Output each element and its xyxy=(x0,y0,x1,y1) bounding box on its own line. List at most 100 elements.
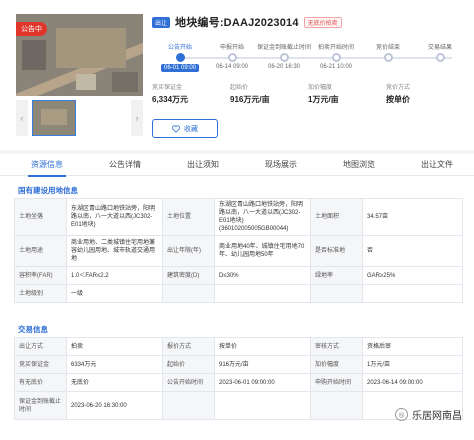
table-row: 土地用途 商业用地、二类城镇住宅用地兼容幼儿园用地、城市轨道交通用地 出让年限(年)… xyxy=(14,235,463,267)
watermark: ◎ 乐居网南昌 xyxy=(395,407,462,422)
field-value: 2023-06-01 09:00:00 xyxy=(214,373,311,392)
favorite-button[interactable]: 收藏 xyxy=(152,119,218,138)
detail-tabs: 资源信息 公告详情 出让须知 现场展示 地图浏览 出让文件 xyxy=(0,154,474,177)
stat-item: 加价幅度 1万元/亩 xyxy=(308,82,339,105)
field-label: 容积率(FAR) xyxy=(14,266,67,285)
photo-building xyxy=(76,74,96,90)
land-section-title: 国有建设用地信息 xyxy=(18,186,78,195)
field-value: 6334万元 xyxy=(66,355,163,374)
timeline-step: 申报开始 06-14 09:00 xyxy=(204,38,260,70)
field-label: 保证金到账截止时间 xyxy=(14,391,67,420)
timeline-dot xyxy=(279,53,289,62)
timeline-dot xyxy=(175,53,185,62)
field-value: D≤30% xyxy=(214,266,311,285)
field-label: 申购开始时间 xyxy=(310,373,363,392)
timeline-step: 竞价结束 xyxy=(360,38,416,64)
stat-label: 竞价方式 xyxy=(386,85,411,91)
field-label: 起始价 xyxy=(162,355,215,374)
stat-item: 起始价 916万元/亩 xyxy=(230,82,270,105)
tab-item[interactable]: 公告详情 xyxy=(92,154,158,176)
field-value xyxy=(362,284,463,303)
field-label: 竞买保证金 xyxy=(14,355,67,374)
tab-item[interactable]: 出让文件 xyxy=(404,154,470,176)
field-value: 2023-06-20 16:30:00 xyxy=(66,391,163,420)
timeline-step: 公告开始 06-01 09:00 xyxy=(152,38,208,72)
field-label: 土地用途 xyxy=(14,235,67,267)
field-value: 资格后审 xyxy=(362,337,463,356)
wechat-icon: ◎ xyxy=(395,408,408,421)
timeline-step-label: 申报开始 xyxy=(219,45,244,51)
chevron-right-icon[interactable]: › xyxy=(131,100,143,136)
stat-label: 竞买保证金 xyxy=(152,85,183,91)
stat-value: 按单价 xyxy=(386,95,410,104)
field-value: 2023-06-14 09:00:00 xyxy=(362,373,463,392)
field-label: 土地坐落 xyxy=(14,198,67,236)
timeline-step-date: 06-20 16:30 xyxy=(267,64,301,70)
tab-item[interactable]: 地图浏览 xyxy=(326,154,392,176)
field-label: 公告开始时间 xyxy=(162,373,215,392)
field-label: 出让年限(年) xyxy=(162,235,215,267)
land-info-table: 土地坐落 东湖区青山路口地铁站旁，阳明路以南，八一大道以西(JC302-E01地块… xyxy=(14,198,463,303)
table-row: 土地级别 一级 xyxy=(14,284,463,303)
thumbnail-image[interactable] xyxy=(32,100,76,136)
table-row: 容积率(FAR) 1.0＜FAR≤2.2 建筑密度(D) D≤30% 绿地率 GAR≥25… xyxy=(14,266,463,285)
auction-type-badge: 无底价拍卖 xyxy=(303,16,342,28)
field-label xyxy=(310,391,363,420)
type-badge: 出让 xyxy=(152,16,171,28)
timeline-dot xyxy=(383,53,393,62)
price-stats: 竞买保证金 6,334万元 起始价 916万元/亩 加价幅度 1万元/亩 竞价方式按单价 xyxy=(152,82,462,106)
field-label: 报价方式 xyxy=(162,337,215,356)
stat-label: 加价幅度 xyxy=(308,85,333,91)
watermark-text: 乐居网南昌 xyxy=(412,411,462,422)
field-label: 绿地率 xyxy=(310,266,363,285)
stat-value: 1万元/亩 xyxy=(308,95,339,104)
field-value: 否 xyxy=(362,235,463,267)
field-value: 拍卖 xyxy=(66,337,163,356)
lot-overview: 公告中 ‹ › 出让 地块编号:DAAJ2023014 无底价拍卖 公告开始 06… xyxy=(0,0,474,150)
field-label: 审核方式 xyxy=(310,337,363,356)
tab-item[interactable]: 出让须知 xyxy=(170,154,236,176)
status-tag: 公告中 xyxy=(16,22,47,36)
field-label: 土地级别 xyxy=(14,284,67,303)
field-value: 无底价 xyxy=(66,373,163,392)
timeline-step-date: 06-14 09:00 xyxy=(215,64,249,70)
field-value: 东湖区青山路口地铁站旁，阳明路以南，八一大道以西(JC302-E01地块) xyxy=(66,198,163,236)
photo-site xyxy=(56,28,126,68)
tab-item[interactable]: 现场展示 xyxy=(248,154,314,176)
timeline-step-label: 公告开始 xyxy=(167,45,192,51)
field-value: GAR≥25% xyxy=(362,266,463,285)
table-row: 土地坐落 东湖区青山路口地铁站旁，阳明路以南，八一大道以西(JC302-E01地块… xyxy=(14,198,463,236)
field-label: 建筑密度(D) xyxy=(162,266,215,285)
timeline-step-label: 交易结果 xyxy=(427,45,452,51)
field-value: 商业用地、二类城镇住宅用地兼容幼儿园用地、城市轨道交通用地 xyxy=(66,235,163,267)
table-row: 有无底价 无底价 公告开始时间 2023-06-01 09:00:00 申购开始时间 20… xyxy=(14,373,463,392)
stat-item: 竞价方式 按单价 xyxy=(386,82,410,105)
table-row: 出让方式 拍卖 报价方式 按单价 审核方式 资格后审 xyxy=(14,337,463,356)
table-row: 竞买保证金 6334万元 起始价 916万元/亩 加价幅度 1万元/亩 xyxy=(14,355,463,374)
field-value xyxy=(214,391,311,420)
field-label: 土地位置 xyxy=(162,198,215,236)
stat-label: 起始价 xyxy=(230,85,249,91)
stat-value: 6,334万元 xyxy=(152,95,189,104)
timeline-step-date: 06-01 09:00 xyxy=(160,64,200,72)
field-label xyxy=(162,391,215,420)
field-value xyxy=(214,284,311,303)
timeline-dot xyxy=(331,53,341,62)
lot-photo[interactable]: 公告中 xyxy=(16,14,143,96)
field-label: 出让方式 xyxy=(14,337,67,356)
timeline-step-date: 06-21 10:00 xyxy=(319,64,353,70)
field-value: 按单价 xyxy=(214,337,311,356)
page-title: 地块编号:DAAJ2023014 xyxy=(175,17,299,29)
favorite-label: 收藏 xyxy=(184,125,198,133)
field-value: 1万元/亩 xyxy=(362,355,463,374)
field-value: 东湖区青山路口地铁站旁，阳明路以南，八一大道以西(JC302-E01地块)(36… xyxy=(214,198,311,236)
tab-item[interactable]: 资源信息 xyxy=(14,154,80,177)
chevron-left-icon[interactable]: ‹ xyxy=(16,100,28,136)
timeline-step: 保证金到账截止时间 06-20 16:30 xyxy=(256,38,312,70)
timeline-dot xyxy=(435,53,445,62)
stat-item: 竞买保证金 6,334万元 xyxy=(152,82,188,105)
timeline-step-label: 竞价结束 xyxy=(375,45,400,51)
trade-section-title: 交易信息 xyxy=(18,325,48,334)
field-value: 一级 xyxy=(66,284,163,303)
field-label xyxy=(310,284,363,303)
